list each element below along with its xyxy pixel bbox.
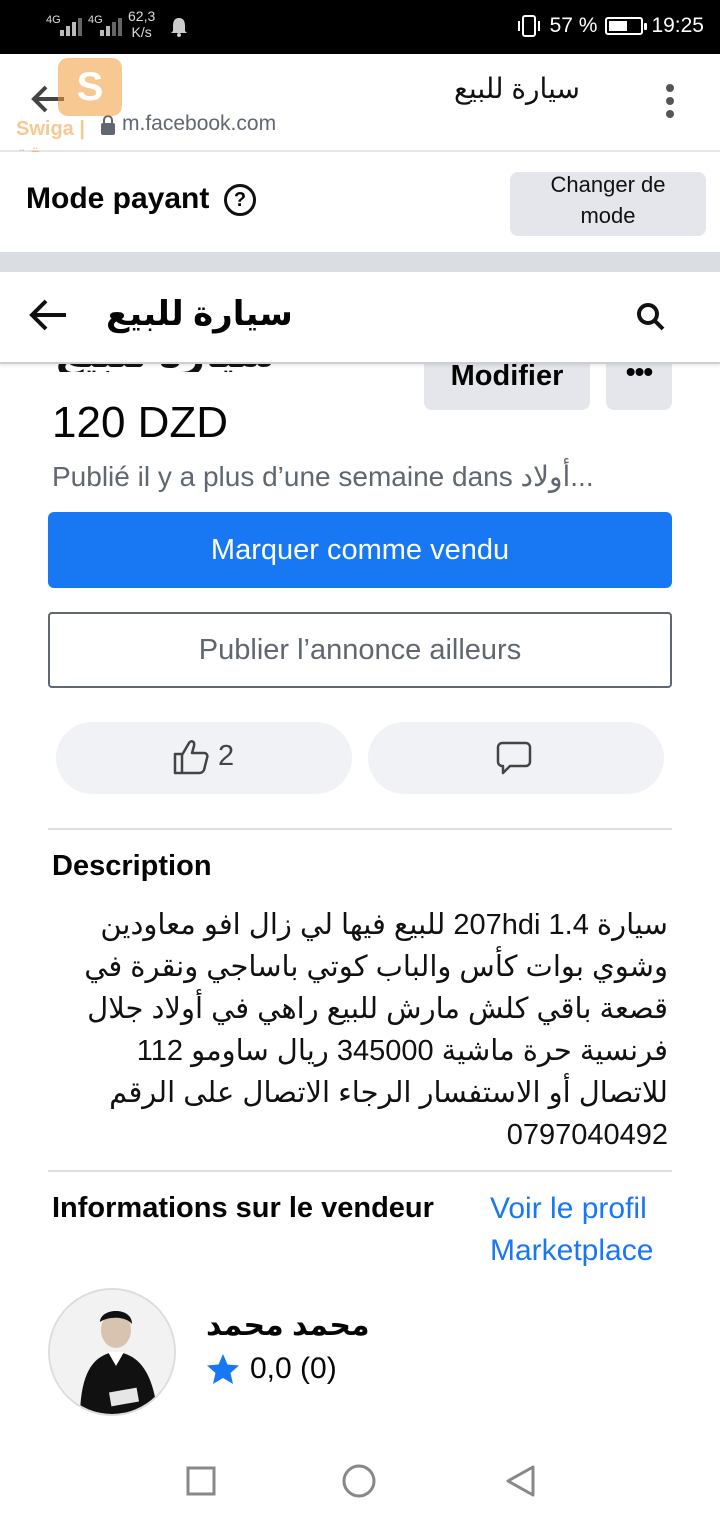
- signal-1-label: 4G: [46, 14, 61, 26]
- back-button[interactable]: [28, 298, 68, 337]
- back-nav-button[interactable]: [504, 1464, 536, 1503]
- menu-dot-icon: [666, 97, 674, 105]
- seller-rating: 0,0 (0): [206, 1352, 337, 1386]
- star-icon: [207, 1354, 239, 1384]
- description-heading: Description: [52, 850, 212, 882]
- clock: 19:25: [651, 14, 704, 37]
- arrow-left-icon: [29, 299, 66, 331]
- menu-dot-icon: [666, 84, 674, 92]
- network-speed-unit: K/s: [131, 24, 152, 40]
- battery-fill: [609, 21, 627, 31]
- signal-strength-icon: [60, 18, 82, 36]
- mode-row: Mode payant ? Changer de mode: [0, 152, 720, 252]
- watermark-badge-icon: S: [58, 58, 122, 116]
- divider: [48, 828, 672, 830]
- section-separator: [0, 252, 720, 272]
- battery-icon: [605, 17, 648, 35]
- network-speed: 62,3 K/s: [128, 8, 155, 40]
- circle-icon: [342, 1464, 376, 1498]
- seller-heading: Informations sur le vendeur: [52, 1192, 434, 1224]
- change-mode-button[interactable]: Changer de mode: [510, 172, 706, 236]
- listing-price: 120 DZD: [52, 398, 229, 447]
- publish-elsewhere-button[interactable]: Publier l’annonce ailleurs: [48, 612, 672, 688]
- signal-strength-2-icon: [100, 18, 122, 36]
- menu-dot-icon: [666, 110, 674, 118]
- divider: [48, 1170, 672, 1172]
- browser-url[interactable]: m.facebook.com: [122, 112, 276, 136]
- avatar-person-image: [50, 1290, 174, 1414]
- status-right: 57 % 19:25: [516, 14, 704, 38]
- change-mode-line2: mode: [580, 203, 636, 228]
- like-button[interactable]: 2: [56, 722, 352, 794]
- comment-bubble-icon: [496, 741, 532, 775]
- vibrate-icon: [517, 15, 540, 37]
- description-body: سيارة 1.4 207hdi للبيع فيها لي زال افو م…: [84, 909, 668, 1151]
- listing-published-info: Publié il y a plus d’une semaine dans أو…: [52, 461, 594, 492]
- search-button[interactable]: [636, 302, 666, 337]
- browser-menu-button[interactable]: [666, 84, 674, 123]
- browser-page-title: سيارة للبيع: [453, 73, 580, 104]
- network-speed-value: 62,3: [128, 8, 156, 24]
- thumbs-up-icon: [173, 740, 209, 775]
- change-mode-line1: Changer de: [550, 172, 666, 197]
- system-nav-bar: [0, 1440, 720, 1520]
- recent-apps-button[interactable]: [186, 1466, 216, 1501]
- square-icon: [186, 1466, 216, 1496]
- battery-percent: 57 %: [549, 14, 598, 37]
- status-bar: 4G 4G 62,3 K/s 57 % 19:25: [0, 0, 720, 54]
- mode-label: Mode payant: [26, 182, 210, 215]
- help-icon[interactable]: ?: [224, 184, 256, 216]
- page-header: سيارة للبيع: [0, 272, 720, 364]
- watermark-logo: S Swiga | سويقة: [16, 56, 126, 165]
- view-marketplace-profile-link[interactable]: Voir le profil Marketplace: [490, 1188, 690, 1272]
- seller-avatar[interactable]: [48, 1288, 176, 1416]
- home-button[interactable]: [342, 1464, 376, 1503]
- page-title: سيارة للبيع: [106, 295, 293, 333]
- search-icon: [637, 303, 665, 331]
- seller-name[interactable]: محمد محمد: [206, 1308, 370, 1343]
- comment-button[interactable]: [368, 722, 664, 794]
- like-count: 2: [218, 740, 235, 772]
- mark-as-sold-button[interactable]: Marquer comme vendu: [48, 512, 672, 588]
- rating-value: 0,0 (0): [250, 1352, 337, 1385]
- triangle-back-icon: [506, 1465, 535, 1497]
- notification-bell-icon: [171, 18, 187, 37]
